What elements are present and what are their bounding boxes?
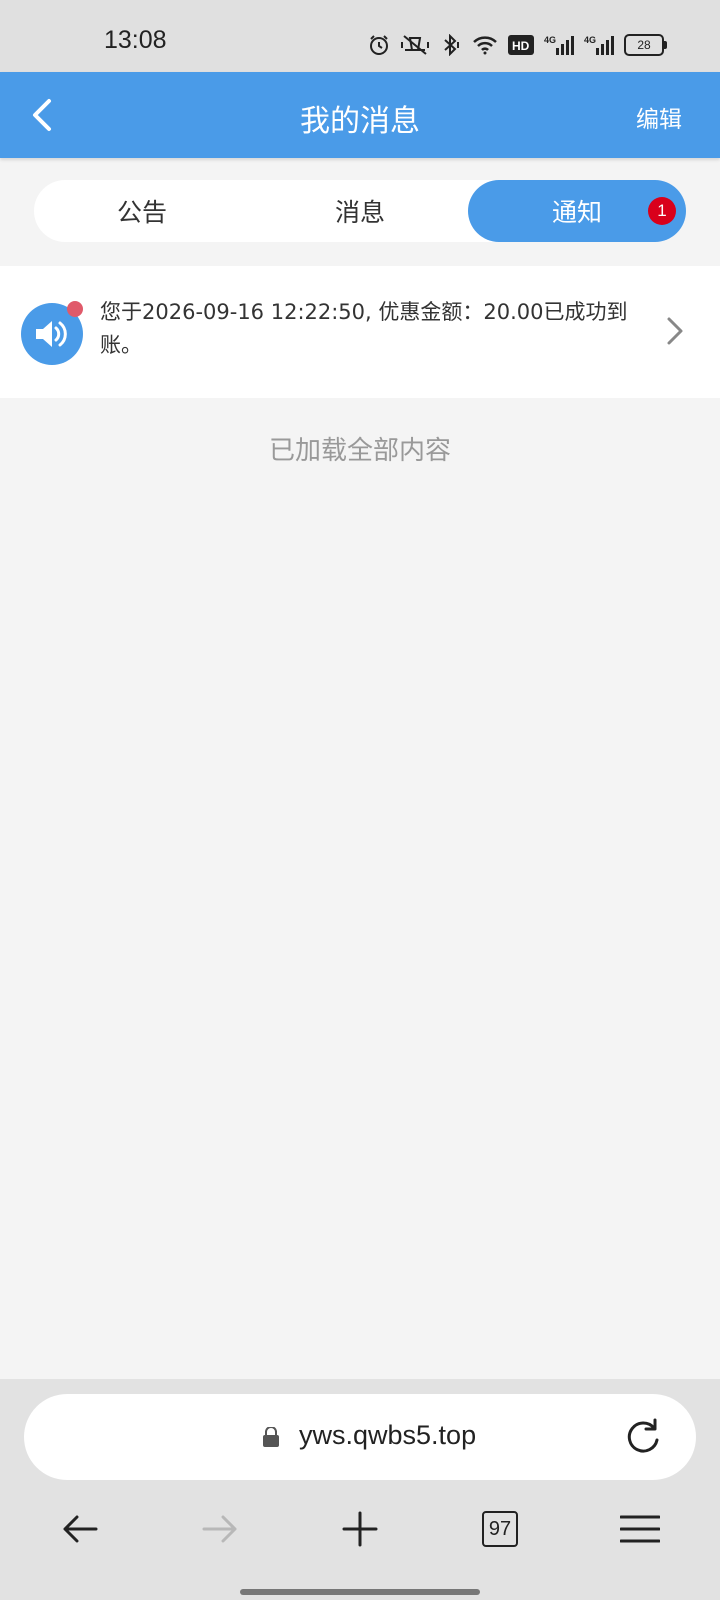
lock-icon [262,1426,280,1451]
reload-icon[interactable] [622,1416,662,1460]
bluetooth-icon [440,34,462,56]
plus-icon[interactable] [330,1499,390,1559]
tab-label: 公告 [116,198,167,227]
edit-button[interactable]: 编辑 [636,100,682,134]
alarm-icon [368,34,390,56]
status-time: 13:08 [104,26,167,54]
menu-icon[interactable] [610,1499,670,1559]
notification-badge: 1 [648,197,676,225]
hd-icon: HD [508,35,534,55]
status-bar: 13:08 HD 4G 4G 28 [0,0,720,72]
signal-4g-icon: 4G [544,34,574,56]
browser-toolbar: yws.qwbs5.top 97 [0,1379,720,1600]
page-title: 我的消息 [300,104,420,139]
home-indicator[interactable] [240,1589,480,1595]
url-text: yws.qwbs5.top [299,1420,477,1450]
browser-nav: 97 [0,1499,720,1559]
list-item[interactable]: 您于2026-09-16 12:22:50, 优惠金额：20.00已成功到账。 [0,266,720,398]
battery-icon: 28 [624,34,667,56]
status-icons: HD 4G 4G 28 [368,28,667,62]
chevron-right-icon [666,316,684,350]
wifi-icon [472,34,498,56]
list-end-label: 已加载全部内容 [268,436,451,466]
tab-messages[interactable]: 消息 [252,180,468,242]
message-text: 您于2026-09-16 12:22:50, 优惠金额：20.00已成功到账。 [100,300,628,357]
unread-dot [67,301,83,317]
svg-text:4G: 4G [544,35,556,45]
tab-label: 通知 [551,198,602,227]
app-header: 我的消息 编辑 [0,72,720,158]
tab-count: 97 [482,1511,518,1547]
tab-label: 消息 [334,198,385,227]
tab-notifications[interactable]: 通知 1 [468,180,686,242]
signal-4g-icon: 4G [584,34,614,56]
svg-text:HD: HD [512,39,530,53]
url-bar[interactable]: yws.qwbs5.top [24,1394,696,1480]
tabs-icon[interactable]: 97 [470,1499,530,1559]
svg-text:4G: 4G [584,35,596,45]
vibrate-icon [400,34,430,56]
forward-arrow-icon[interactable] [190,1499,250,1559]
tab-bar: 公告 消息 通知 1 [34,180,686,242]
tab-announcements[interactable]: 公告 [34,180,250,242]
back-arrow-icon[interactable] [50,1499,110,1559]
